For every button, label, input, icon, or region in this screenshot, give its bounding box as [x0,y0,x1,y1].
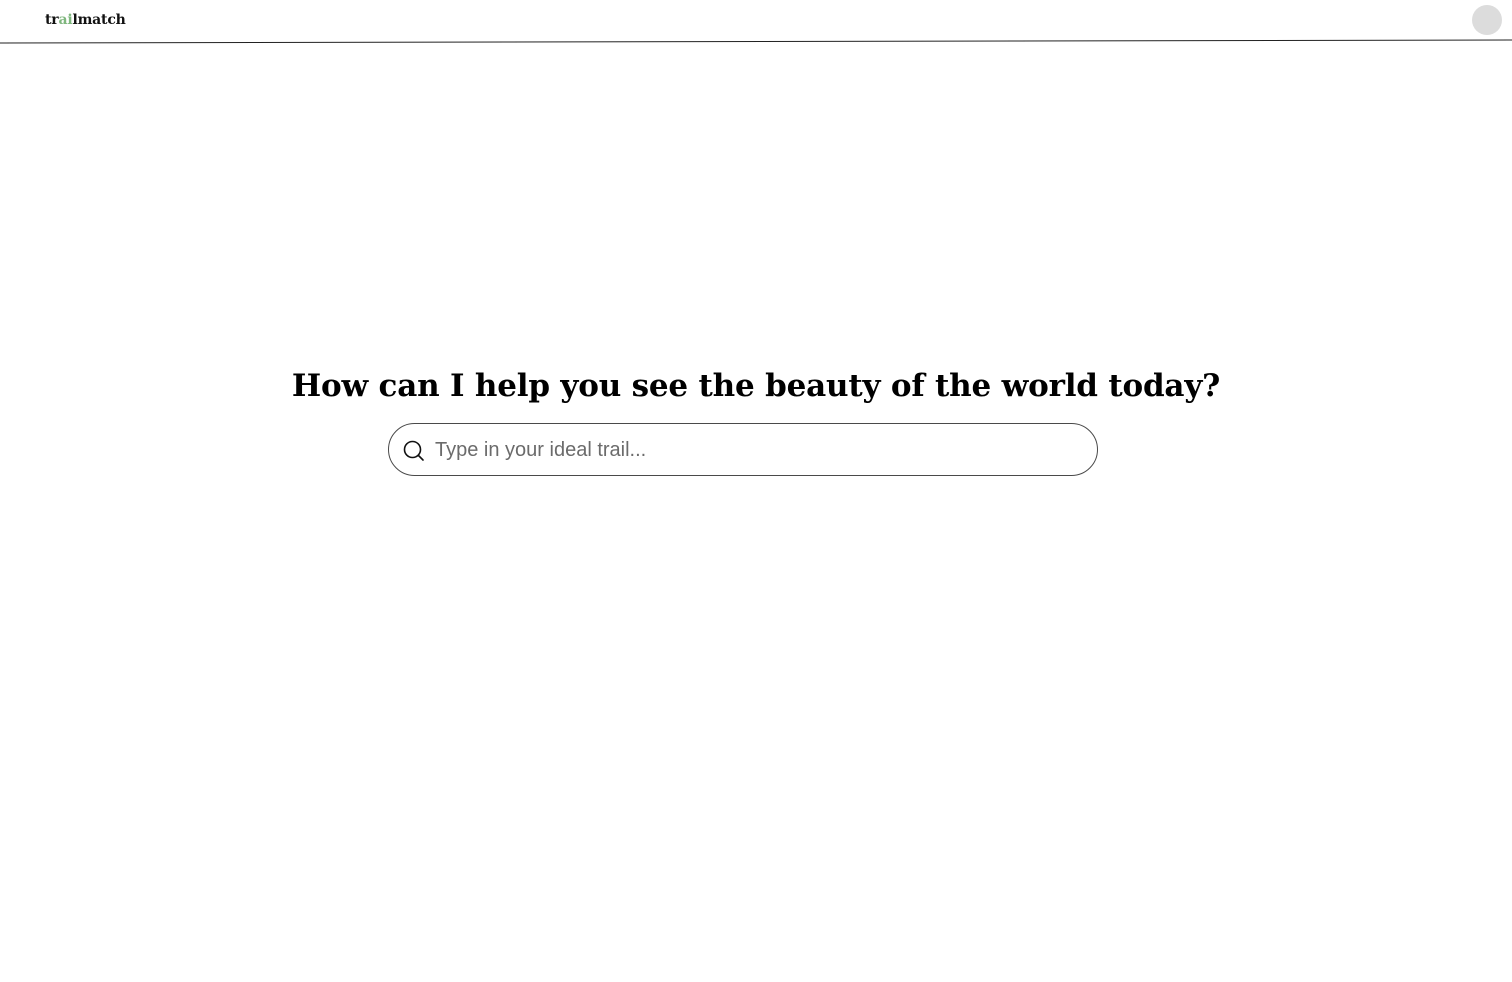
top-bar: trailmatch [0,0,1512,42]
logo-accent: ai [58,12,73,28]
logo-suffix: lmatch [72,12,126,28]
logo-prefix: tr [45,12,59,28]
search-icon [402,439,426,463]
search-input[interactable] [435,432,1075,468]
logo[interactable]: trailmatch [45,11,126,29]
avatar[interactable] [1472,5,1502,35]
page-title: How can I help you see the beauty of the… [291,368,1221,404]
search-bar[interactable] [388,423,1098,476]
